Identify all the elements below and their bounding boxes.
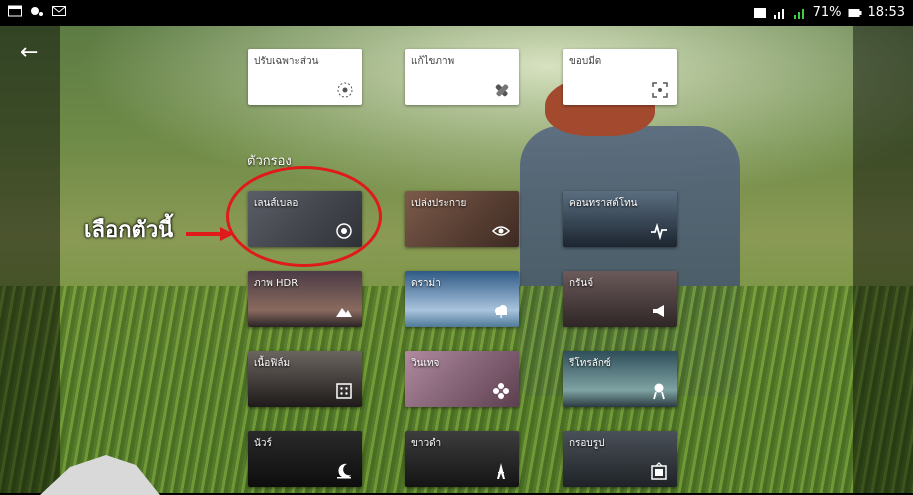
filter-drama[interactable]: ดราม่า: [405, 271, 519, 327]
filter-label: เปล่งประกาย: [411, 198, 467, 209]
tool-selective[interactable]: ปรับเฉพาะส่วน: [248, 49, 362, 105]
target-dot-icon: [337, 82, 353, 98]
filter-label: ภาพ HDR: [254, 278, 299, 289]
signal-sim1-icon: [773, 8, 784, 19]
filter-label: นัวร์: [254, 438, 272, 449]
annotation-highlight-ellipse: [226, 166, 382, 267]
mountain-icon: [336, 308, 352, 317]
filter-tonal-contrast[interactable]: คอนทราสต์โทน: [563, 191, 677, 247]
frame-icon: [651, 462, 667, 480]
filter-black-white[interactable]: ขาวดำ: [405, 431, 519, 487]
annotation-label: เลือกตัวนี้: [84, 218, 174, 243]
back-arrow-icon[interactable]: ←: [20, 42, 38, 64]
filter-label: ขาวดำ: [411, 438, 442, 449]
moon-icon: [337, 463, 351, 479]
filter-retrolux[interactable]: รีโทรลักซ์: [563, 351, 677, 407]
crop-frame-icon: [652, 82, 668, 98]
tool-healing[interactable]: แก้ไขภาพ: [405, 49, 519, 105]
filter-vintage[interactable]: วินเทจ: [405, 351, 519, 407]
eiffel-icon: [497, 463, 505, 479]
tool-label: ขอบมีด: [569, 56, 602, 67]
signal-sim2-icon: [793, 8, 804, 19]
tool-label: ปรับเฉพาะส่วน: [254, 56, 319, 67]
tool-label: แก้ไขภาพ: [411, 56, 455, 67]
filter-label: เนื้อฟิล์ม: [254, 358, 291, 369]
filter-noir[interactable]: นัวร์: [248, 431, 362, 487]
filter-label: คอนทราสต์โทน: [569, 198, 638, 209]
battery-icon: [848, 8, 862, 17]
cloud-icon: [495, 305, 507, 318]
filter-glamour-glow[interactable]: เปล่งประกาย: [405, 191, 519, 247]
tool-crop[interactable]: ขอบมีด: [563, 49, 677, 105]
roaming-icon: [753, 7, 766, 18]
battery-percentage: 71%: [812, 5, 842, 20]
filter-frames[interactable]: กรอบรูป: [563, 431, 677, 487]
annotation-arrow-icon: [186, 227, 234, 241]
megaphone-icon: [653, 305, 664, 317]
filter-grunge[interactable]: กรันจ์: [563, 271, 677, 327]
filter-label: ดราม่า: [411, 278, 441, 289]
app-notification-icon: [31, 7, 43, 16]
pulse-icon: [651, 222, 667, 240]
film-grain-icon: [336, 383, 352, 399]
filter-label: กรันจ์: [569, 278, 594, 289]
badge-pin-icon: [653, 383, 665, 400]
eye-icon: [492, 226, 510, 236]
filter-label: รีโทรลักซ์: [569, 358, 611, 369]
flower-icon: [493, 383, 509, 399]
bandage-icon: [495, 84, 509, 97]
filter-hdr[interactable]: ภาพ HDR: [248, 271, 362, 327]
filter-label: กรอบรูป: [569, 438, 605, 449]
mail-icon: [52, 6, 66, 16]
filter-grainy-film[interactable]: เนื้อฟิล์ม: [248, 351, 362, 407]
status-bar: 71% 18:53: [0, 0, 913, 26]
clock: 18:53: [867, 5, 905, 20]
filter-label: วินเทจ: [411, 358, 440, 369]
gallery-notification-icon: [8, 5, 22, 17]
